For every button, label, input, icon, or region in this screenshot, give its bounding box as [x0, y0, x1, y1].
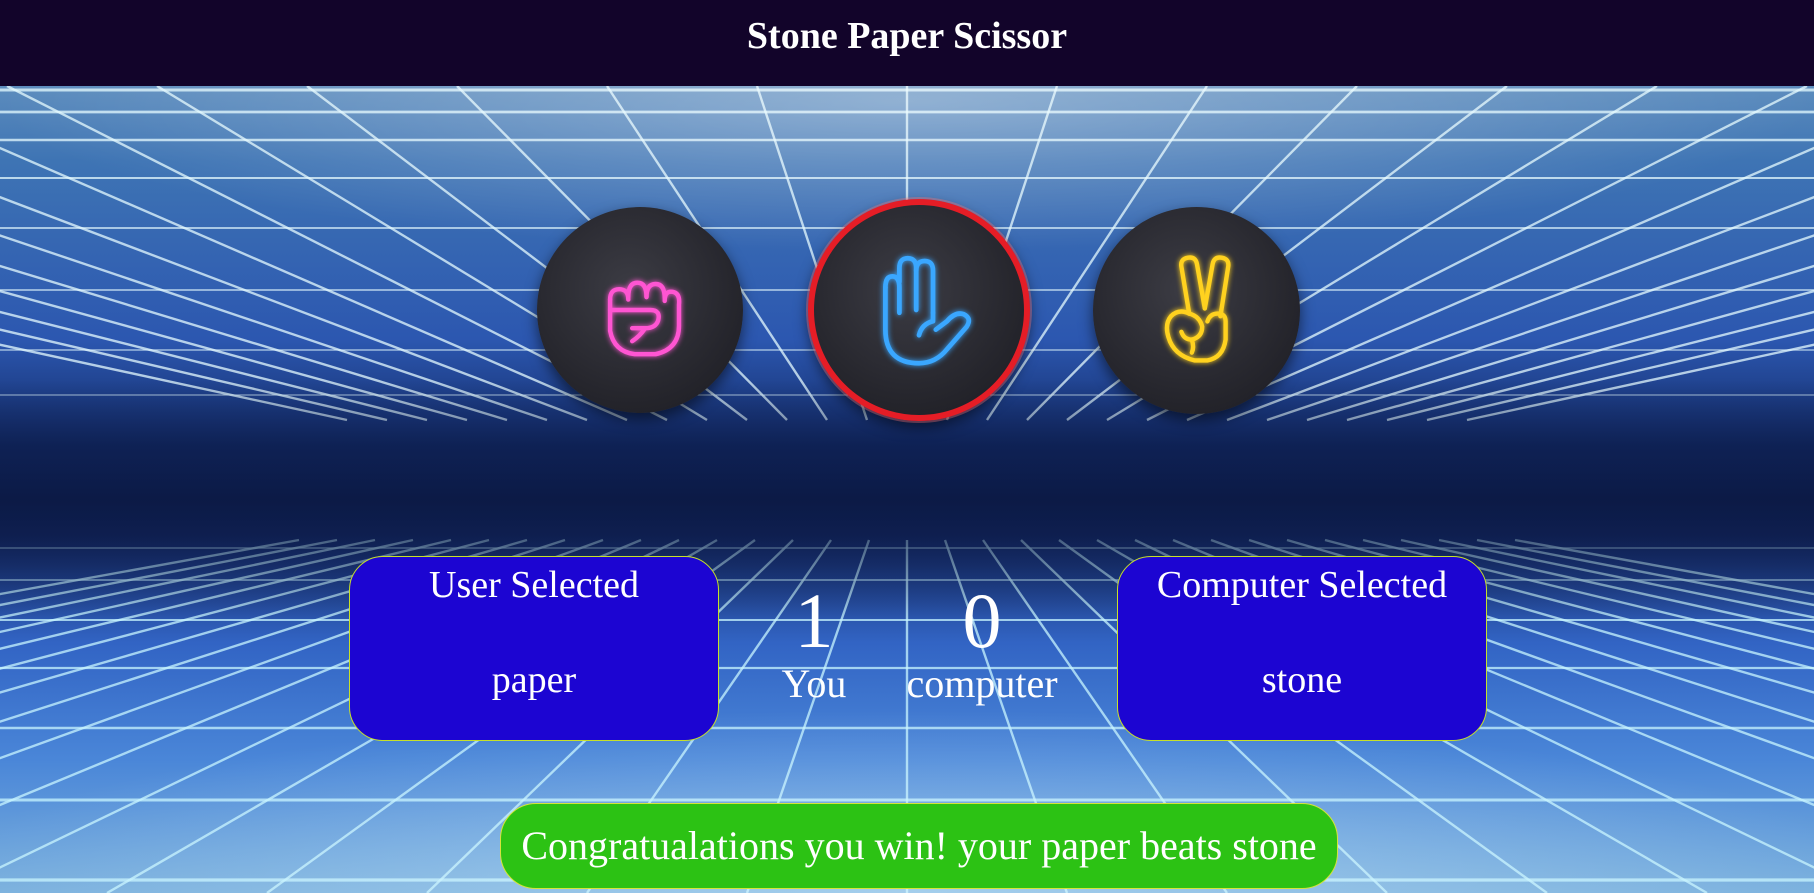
fist-icon: [607, 280, 682, 357]
computer-selected-value: stone: [1261, 659, 1343, 701]
open-hand-icon: [883, 255, 972, 366]
result-message: Congratualations you win! your paper bea…: [500, 803, 1338, 889]
user-score: 1 You: [754, 582, 874, 706]
scissor-choice-button[interactable]: [1093, 207, 1300, 414]
navbar: Stone Paper Scissor: [0, 0, 1814, 86]
computer-selected-panel: Computer Selected stone: [1117, 556, 1487, 741]
victory-hand-icon: [1164, 254, 1231, 363]
computer-score: 0 computer: [892, 582, 1072, 706]
neon-grid-background: [0, 0, 1814, 893]
user-score-label: You: [781, 661, 847, 706]
user-score-value: 1: [794, 577, 834, 664]
user-selected-panel: User Selected paper: [349, 556, 719, 741]
user-selected-title: User Selected: [429, 564, 639, 606]
app-title: Stone Paper Scissor: [746, 15, 1068, 57]
computer-score-label: computer: [906, 661, 1058, 706]
computer-selected-title: Computer Selected: [1156, 564, 1448, 606]
computer-score-value: 0: [962, 577, 1002, 664]
paper-choice-button[interactable]: [808, 199, 1030, 421]
stone-choice-button[interactable]: [537, 207, 743, 413]
user-selected-value: paper: [491, 659, 577, 701]
